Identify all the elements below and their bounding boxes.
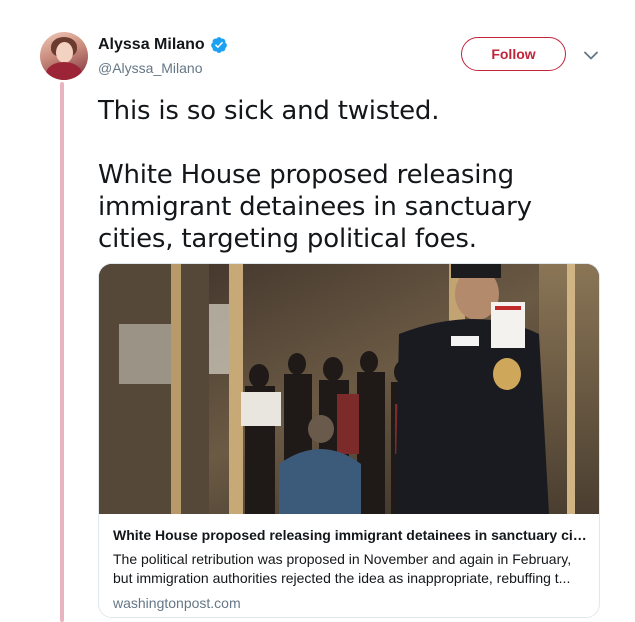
author-handle[interactable]: @Alyssa_Milano <box>98 60 202 76</box>
card-image <box>99 264 599 514</box>
card-description: The political retribution was proposed i… <box>113 551 572 586</box>
verified-badge-icon <box>210 36 228 54</box>
avatar[interactable] <box>40 32 88 80</box>
tweet: Alyssa Milano @Alyssa_Milano Follow This… <box>0 0 635 622</box>
link-card[interactable]: White House proposed releasing immigrant… <box>98 263 600 618</box>
card-domain[interactable]: washingtonpost.com <box>113 594 587 612</box>
thread-line <box>60 82 64 622</box>
tweet-paragraph: White House proposed releasing immigrant… <box>98 160 532 254</box>
chevron-down-icon[interactable] <box>582 46 600 64</box>
author-name-row: Alyssa Milano <box>98 36 228 54</box>
tweet-paragraph: This is so sick and twisted. <box>98 96 440 126</box>
tweet-text: This is so sick and twisted. White House… <box>98 95 598 255</box>
card-body: White House proposed releasing immigrant… <box>99 514 599 617</box>
follow-button[interactable]: Follow <box>461 37 566 71</box>
card-title[interactable]: White House proposed releasing immigrant… <box>113 526 587 544</box>
author-display-name[interactable]: Alyssa Milano <box>98 36 205 54</box>
